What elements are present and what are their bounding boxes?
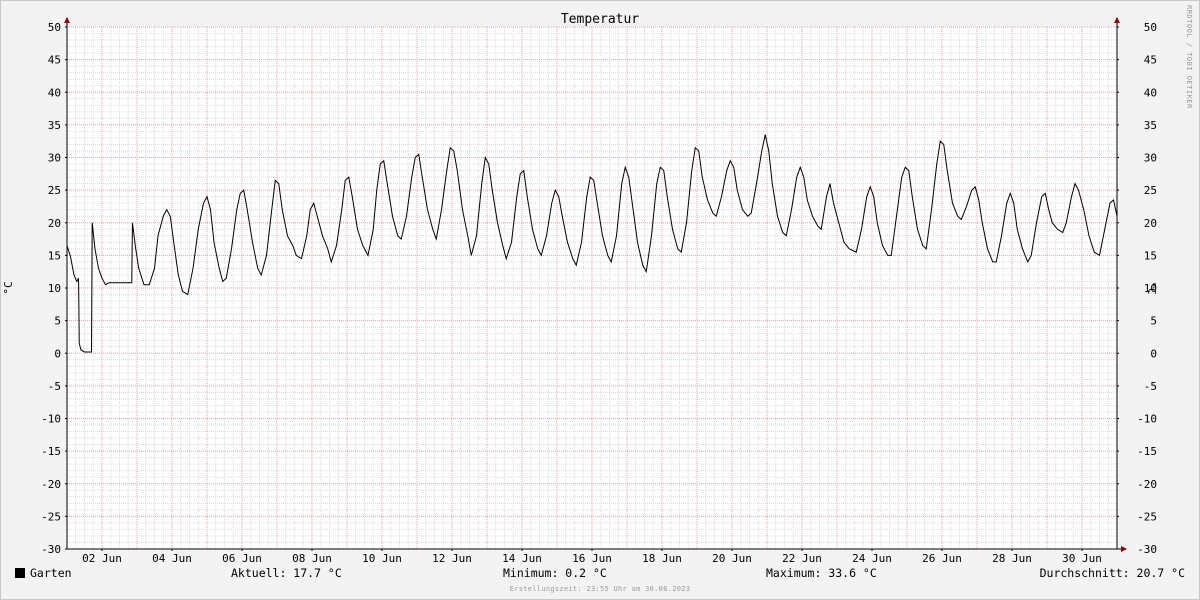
legend-swatch bbox=[15, 568, 25, 578]
chart-title: Temperatur bbox=[561, 12, 639, 27]
x-tick-label: 22 Jun bbox=[782, 552, 822, 565]
y-tick-label-left: 15 bbox=[48, 249, 61, 262]
legend-average: Durchschnitt: 20.7 °C bbox=[1039, 566, 1185, 580]
y-tick-label-left: 45 bbox=[48, 54, 61, 67]
y-tick-label-right: -20 bbox=[1137, 478, 1157, 491]
x-tick-label: 20 Jun bbox=[712, 552, 752, 565]
y-tick-label-right: 25 bbox=[1144, 184, 1157, 197]
x-tick-label: 30 Jun bbox=[1062, 552, 1102, 565]
legend-series: Garten bbox=[15, 566, 72, 580]
x-axis-ticks: 02 Jun 04 Jun 06 Jun 08 Jun 10 Jun 12 Jun 14 J… bbox=[82, 549, 1102, 565]
y-tick-label-right: 20 bbox=[1144, 217, 1157, 230]
x-tick-label: 04 Jun bbox=[152, 552, 192, 565]
x-tick-label: 08 Jun bbox=[292, 552, 332, 565]
y-tick-label-left: 30 bbox=[48, 152, 61, 165]
x-tick-label: 16 Jun bbox=[572, 552, 612, 565]
y-axis-left-ticks: 50454035302520151050-5-10-15-20-25-30 bbox=[41, 21, 67, 556]
y-tick-label-right: -5 bbox=[1144, 380, 1157, 393]
x-tick-label: 28 Jun bbox=[992, 552, 1032, 565]
y-tick-label-left: -10 bbox=[41, 413, 61, 426]
x-tick-label: 02 Jun bbox=[82, 552, 122, 565]
y-tick-label-right: 45 bbox=[1144, 54, 1157, 67]
temperature-chart: 50454035302520151050-5-10-15-20-25-30 50… bbox=[2, 5, 1193, 565]
y-axis-left-arrow bbox=[64, 17, 70, 23]
x-tick-label: 10 Jun bbox=[362, 552, 402, 565]
y-tick-label-left: -15 bbox=[41, 445, 61, 458]
y-tick-label-left: 50 bbox=[48, 21, 61, 34]
y-tick-label-left: -5 bbox=[48, 380, 61, 393]
x-tick-label: 24 Jun bbox=[852, 552, 892, 565]
y-tick-label-right: -25 bbox=[1137, 510, 1157, 523]
legend-series-name: Garten bbox=[30, 566, 72, 580]
y-tick-label-left: 10 bbox=[48, 282, 61, 295]
y-tick-label-left: -30 bbox=[41, 543, 61, 556]
rrdtool-watermark: RRDTOOL / TOBI OETIKER bbox=[1185, 5, 1193, 109]
y-tick-label-left: 5 bbox=[54, 315, 61, 328]
legend: Garten Aktuell: 17.7 °C Minimum: 0.2 °C … bbox=[15, 566, 1185, 584]
y-tick-label-right: 15 bbox=[1144, 249, 1157, 262]
y-tick-label-right: -15 bbox=[1137, 445, 1157, 458]
creation-time-footer: Erstellungszeit: 23:55 Uhr am 30.06.2023 bbox=[509, 585, 691, 593]
y-tick-label-right: 40 bbox=[1144, 86, 1157, 99]
y-tick-label-left: -25 bbox=[41, 510, 61, 523]
y-tick-label-left: 25 bbox=[48, 184, 61, 197]
y-tick-label-left: 0 bbox=[54, 347, 61, 360]
y-axis-label-right: °C bbox=[1145, 281, 1158, 294]
y-tick-label-left: 35 bbox=[48, 119, 61, 132]
y-tick-label-right: -30 bbox=[1137, 543, 1157, 556]
y-axis-right-arrow bbox=[1114, 17, 1120, 23]
legend-minimum: Minimum: 0.2 °C bbox=[503, 566, 607, 580]
y-tick-label-right: 5 bbox=[1150, 315, 1157, 328]
y-tick-label-right: 0 bbox=[1150, 347, 1157, 360]
x-tick-label: 26 Jun bbox=[922, 552, 962, 565]
y-tick-label-left: 40 bbox=[48, 86, 61, 99]
y-tick-label-right: -10 bbox=[1137, 413, 1157, 426]
x-tick-label: 12 Jun bbox=[432, 552, 472, 565]
x-axis-arrow bbox=[1121, 546, 1127, 552]
x-tick-label: 06 Jun bbox=[222, 552, 262, 565]
y-tick-label-right: 30 bbox=[1144, 152, 1157, 165]
legend-maximum: Maximum: 33.6 °C bbox=[766, 566, 877, 580]
y-tick-label-left: -20 bbox=[41, 478, 61, 491]
y-tick-label-right: 35 bbox=[1144, 119, 1157, 132]
x-tick-label: 18 Jun bbox=[642, 552, 682, 565]
x-tick-label: 14 Jun bbox=[502, 552, 542, 565]
y-axis-label-left: °C bbox=[2, 281, 15, 294]
y-tick-label-right: 50 bbox=[1144, 21, 1157, 34]
y-tick-label-left: 20 bbox=[48, 217, 61, 230]
legend-current: Aktuell: 17.7 °C bbox=[231, 566, 342, 580]
